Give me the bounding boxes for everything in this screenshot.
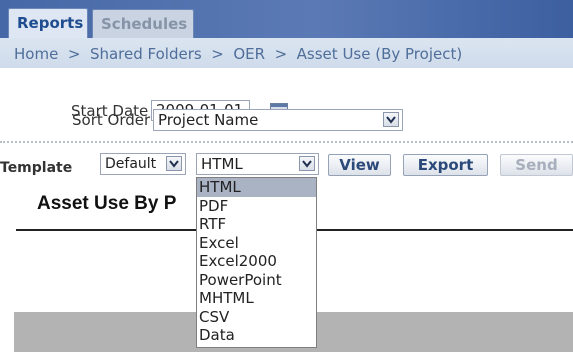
separator	[0, 141, 573, 143]
format-option-pdf[interactable]: PDF	[197, 197, 316, 216]
chevron-down-icon	[386, 116, 396, 124]
template-label: Template	[0, 160, 73, 176]
format-dropdown-button[interactable]	[299, 156, 315, 171]
view-button[interactable]: View	[328, 154, 391, 176]
format-option-csv[interactable]: CSV	[197, 308, 316, 327]
chevron-down-icon	[169, 160, 179, 168]
template-dropdown-button[interactable]	[166, 156, 182, 171]
tab-reports[interactable]: Reports	[8, 8, 88, 38]
chevron-down-icon	[302, 160, 312, 168]
format-option-data[interactable]: Data	[197, 326, 316, 345]
format-option-rtf[interactable]: RTF	[197, 215, 316, 234]
send-button: Send	[500, 154, 573, 176]
format-option-mhtml[interactable]: MHTML	[197, 289, 316, 308]
format-option-excel2000[interactable]: Excel2000	[197, 252, 316, 271]
sort-order-select[interactable]: Project Name	[153, 109, 403, 131]
format-option-html[interactable]: HTML	[197, 178, 316, 197]
sort-order-dropdown-button[interactable]	[383, 112, 399, 127]
format-option-excel[interactable]: Excel	[197, 234, 316, 253]
format-dropdown-list[interactable]: HTML PDF RTF Excel Excel2000 PowerPoint …	[196, 177, 317, 348]
sort-order-label-main: Sort Order	[72, 111, 151, 129]
tab-schedules[interactable]: Schedules	[92, 9, 194, 38]
format-option-powerpoint[interactable]: PowerPoint	[197, 271, 316, 290]
report-title: Asset Use By P	[37, 193, 177, 214]
breadcrumb[interactable]: Home > Shared Folders > OER > Asset Use …	[14, 45, 462, 63]
export-button[interactable]: Export	[403, 154, 488, 176]
